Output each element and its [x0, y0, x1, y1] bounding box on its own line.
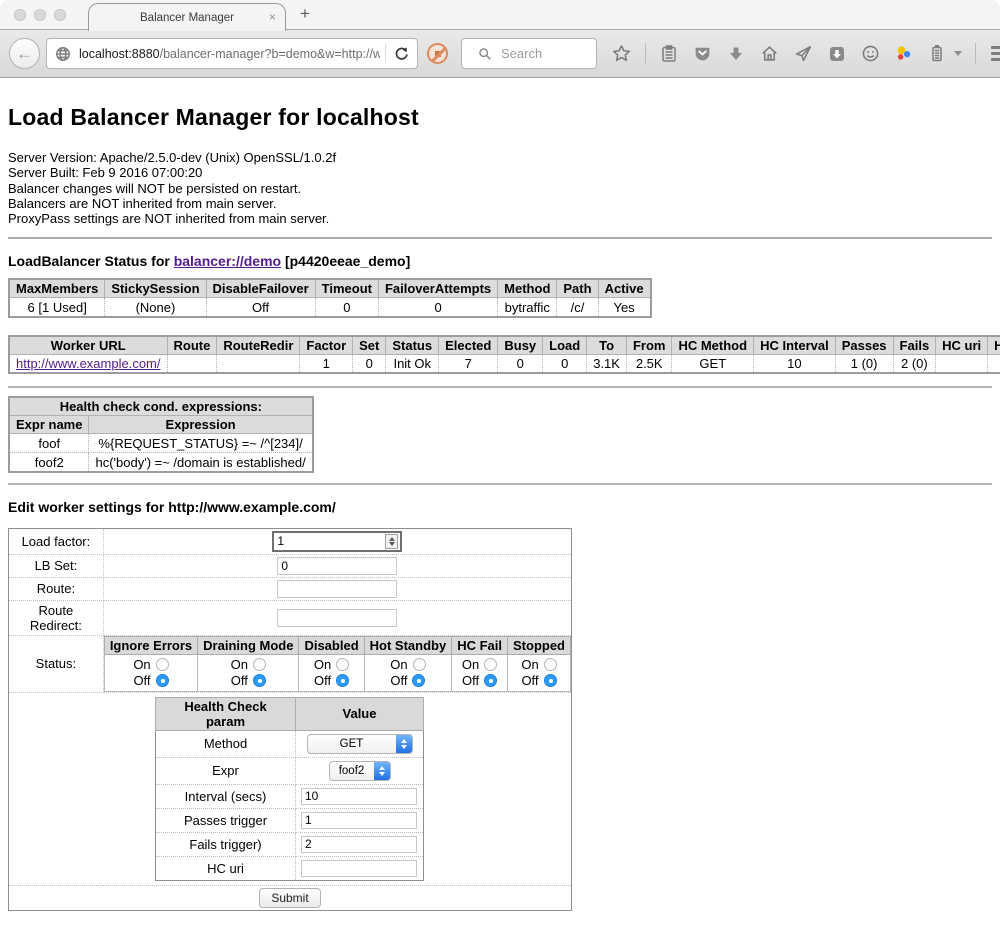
chat-smiley-icon[interactable] — [860, 44, 880, 64]
navigation-toolbar: ← localhost:8880/balancer-manager?b=demo… — [0, 30, 1000, 78]
search-bar[interactable]: Search — [461, 38, 597, 69]
radio-hot-standby-on[interactable] — [413, 658, 426, 671]
hc-expr-select[interactable]: foof2 — [329, 761, 391, 781]
worker-url-link[interactable]: http://www.example.com/ — [16, 356, 161, 371]
number-stepper-icon[interactable] — [385, 534, 398, 549]
hc-method-label: Method — [156, 730, 296, 757]
server-info: Server Version: Apache/2.5.0-dev (Unix) … — [8, 150, 992, 226]
hc-passes-label: Passes trigger — [156, 808, 296, 832]
hc-expr-label: Expr — [156, 757, 296, 784]
toolbar-icon-cluster — [611, 43, 1000, 64]
hc-fails-label: Fails trigger) — [156, 832, 296, 856]
window-minimize-button[interactable] — [34, 9, 46, 21]
block-images-icon[interactable] — [427, 43, 448, 64]
radio-ignore-errors-on[interactable] — [156, 658, 169, 671]
page-content: Load Balancer Manager for localhost Serv… — [0, 78, 1000, 927]
balancer-demo-link[interactable]: balancer://demo — [174, 253, 281, 269]
edit-worker-form: Load factor: 1 LB Set: Route: Route Redi… — [8, 528, 572, 911]
lb-set-input[interactable] — [277, 557, 397, 575]
tab-close-icon[interactable]: × — [269, 11, 276, 23]
route-input[interactable] — [277, 580, 397, 598]
clipboard-icon[interactable] — [659, 44, 679, 64]
persist-notice-line: Balancer changes will NOT be persisted o… — [8, 181, 992, 196]
hc-method-select[interactable]: GET — [307, 734, 413, 754]
server-built-line: Server Built: Feb 9 2016 07:00:20 — [8, 165, 992, 180]
health-check-param-table: Health Check param Value Method GET — [155, 697, 424, 881]
back-icon: ← — [16, 44, 33, 64]
radio-draining-mode-off[interactable] — [253, 674, 266, 687]
table-row: foof %{REQUEST_STATUS} =~ /^[234]/ — [9, 434, 313, 453]
radio-hc-fail-on[interactable] — [484, 658, 497, 671]
hc-uri-label: HC uri — [156, 856, 296, 880]
hc-expressions-title: Health check cond. expressions: — [9, 397, 313, 416]
hc-passes-input[interactable] — [301, 812, 417, 829]
url-bar[interactable]: localhost:8880/balancer-manager?b=demo&w… — [46, 38, 418, 69]
window-controls[interactable] — [14, 9, 66, 21]
globe-icon — [53, 44, 73, 64]
submit-button[interactable]: Submit — [259, 888, 320, 908]
status-radio-table: Ignore Errors Draining Mode Disabled Hot… — [104, 636, 571, 692]
select-arrows-icon — [374, 762, 390, 780]
edit-worker-heading: Edit worker settings for http://www.exam… — [8, 499, 992, 515]
dropdown-caret-icon[interactable] — [954, 51, 962, 56]
tab-balancer-manager[interactable]: Balancer Manager × — [88, 3, 286, 31]
search-placeholder: Search — [501, 46, 542, 61]
balancer-status-table: MaxMembers StickySession DisableFailover… — [8, 278, 652, 318]
search-icon — [475, 44, 495, 64]
table-row: http://www.example.com/ 1 0 Init Ok 7 0 … — [9, 354, 1000, 373]
select-arrows-icon — [396, 735, 412, 753]
load-factor-input[interactable]: 1 — [272, 531, 402, 552]
table-row: foof2 hc('body') =~ /domain is establish… — [9, 453, 313, 472]
reload-icon[interactable] — [391, 44, 411, 64]
window-close-button[interactable] — [14, 9, 26, 21]
browser-window: Balancer Manager × + ← localhost:8880/ba… — [0, 0, 1000, 927]
new-tab-button[interactable]: + — [300, 4, 310, 24]
load-factor-label: Load factor: — [9, 528, 104, 554]
radio-disabled-off[interactable] — [336, 674, 349, 687]
table-row: 6 [1 Used] (None) Off 0 0 bytraffic /c/ … — [9, 298, 651, 317]
downloads-icon[interactable] — [726, 44, 746, 64]
colored-dots-extension-icon[interactable] — [894, 44, 914, 64]
hc-expressions-table: Health check cond. expressions: Expr nam… — [8, 396, 314, 473]
hc-uri-input[interactable] — [301, 860, 417, 877]
menu-icon[interactable] — [990, 44, 1000, 64]
tab-title: Balancer Manager — [140, 12, 234, 24]
home-icon[interactable] — [760, 44, 780, 64]
install-square-icon[interactable] — [827, 44, 847, 64]
balancers-notice-line: Balancers are NOT inherited from main se… — [8, 196, 992, 211]
hc-fails-input[interactable] — [301, 836, 417, 853]
window-zoom-button[interactable] — [54, 9, 66, 21]
radio-stopped-on[interactable] — [544, 658, 557, 671]
bookmark-star-icon[interactable] — [611, 44, 631, 64]
divider — [8, 483, 992, 485]
tab-strip: Balancer Manager × + — [0, 0, 1000, 30]
server-version-line: Server Version: Apache/2.5.0-dev (Unix) … — [8, 150, 992, 165]
route-redirect-label: Route Redirect: — [9, 600, 104, 635]
send-plane-icon[interactable] — [793, 44, 813, 64]
balancer-status-heading: LoadBalancer Status for balancer://demo … — [8, 253, 992, 269]
proxypass-notice-line: ProxyPass settings are NOT inherited fro… — [8, 211, 992, 226]
page-title: Load Balancer Manager for localhost — [8, 104, 992, 131]
divider — [8, 237, 992, 239]
back-button[interactable]: ← — [9, 38, 40, 69]
radio-draining-mode-on[interactable] — [253, 658, 266, 671]
hc-interval-label: Interval (secs) — [156, 784, 296, 808]
hc-interval-input[interactable] — [301, 788, 417, 805]
lb-set-label: LB Set: — [9, 554, 104, 577]
status-label: Status: — [9, 635, 104, 692]
url-input[interactable]: localhost:8880/balancer-manager?b=demo&w… — [79, 47, 380, 61]
radio-stopped-off[interactable] — [544, 674, 557, 687]
route-label: Route: — [9, 577, 104, 600]
pocket-icon[interactable] — [693, 44, 713, 64]
radio-hot-standby-off[interactable] — [412, 674, 425, 687]
radio-ignore-errors-off[interactable] — [156, 674, 169, 687]
route-redirect-input[interactable] — [277, 609, 397, 627]
radio-disabled-on[interactable] — [336, 658, 349, 671]
worker-status-table: Worker URL Route RouteRedir Factor Set S… — [8, 335, 1000, 375]
radio-hc-fail-off[interactable] — [484, 674, 497, 687]
divider — [8, 386, 992, 388]
battery-icon[interactable] — [927, 44, 947, 64]
